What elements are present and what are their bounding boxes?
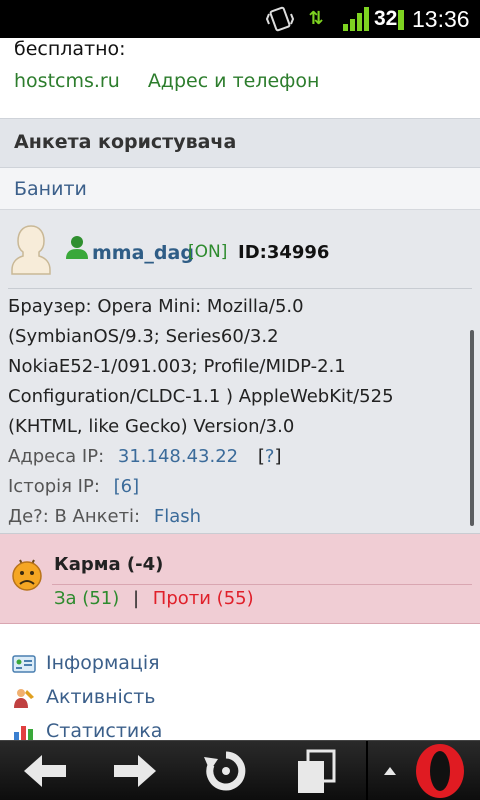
scrollbar[interactable] <box>470 330 474 526</box>
location-row: Де?: В Анкеті: Flash <box>8 502 464 532</box>
divider <box>52 584 472 585</box>
arrow-left-icon <box>24 755 66 787</box>
chevron-up-icon <box>384 767 396 775</box>
page-title: Анкета користувача <box>14 131 237 153</box>
opera-logo-icon <box>416 744 464 798</box>
ip-query-link[interactable]: ? <box>265 446 275 467</box>
online-status: [ON] <box>188 242 228 262</box>
user-box: mma_dag [ON] ID:34996 Браузер: Opera Min… <box>0 210 480 534</box>
forward-button[interactable] <box>96 741 176 800</box>
ip-link[interactable]: 31.148.43.22 <box>118 446 238 467</box>
hostcms-link[interactable]: hostcms.ru <box>14 70 120 92</box>
vote-for-link[interactable]: За (51) <box>54 588 119 609</box>
menu-label: Активність <box>46 686 156 708</box>
back-button[interactable] <box>4 741 84 800</box>
browser-line: Configuration/CLDC-1.1 ) AppleWebKit/525 <box>8 386 394 407</box>
menu-label: Статистика <box>46 720 163 740</box>
karma-votes: За (51) | Проти (55) <box>54 588 254 609</box>
info-card-icon <box>12 655 36 673</box>
karma-box: Карма (-4) За (51) | Проти (55) <box>0 534 480 624</box>
arrow-right-icon <box>114 755 156 787</box>
menu-label: Інформація <box>46 652 160 674</box>
address-phone-link[interactable]: Адрес и телефон <box>148 70 320 92</box>
ip-label: Адреса IP: <box>8 446 105 467</box>
opera-menu-button[interactable] <box>372 741 480 800</box>
top-links: hostcms.ru Адрес и телефон <box>14 70 341 92</box>
status-bar: ⇅ 32 13:36 <box>0 0 480 38</box>
history-label: Історія IP: <box>8 476 100 497</box>
divider <box>8 288 472 289</box>
user-info: Браузер: Opera Mini: Mozilla/5.0 (Symbia… <box>8 292 464 532</box>
profile-header: Анкета користувача <box>0 118 480 168</box>
location-link[interactable]: Flash <box>154 506 201 527</box>
karma-title: Карма (-4) <box>54 554 164 575</box>
page-content: бесплатно: hostcms.ru Адрес и телефон Ан… <box>0 38 480 740</box>
browser-line: NokiaE52-1/091.003; Profile/MIDP-2.1 <box>8 356 346 377</box>
username-link[interactable]: mma_dag <box>92 242 194 264</box>
browser-toolbar <box>0 740 480 800</box>
vote-separator: | <box>132 588 140 609</box>
battery-icon <box>398 10 404 30</box>
browser-line: (SymbianOS/9.3; Series60/3.2 <box>8 326 279 347</box>
ip-query-bracket: [?] <box>257 446 282 467</box>
browser-line: Браузер: Opera Mini: Mozilla/5.0 <box>8 296 304 317</box>
avatar[interactable] <box>10 224 52 276</box>
vibrate-icon <box>266 6 294 32</box>
paint-person-icon <box>14 689 34 708</box>
location-label: Де?: В Анкеті: <box>8 506 141 527</box>
ban-link[interactable]: Банити <box>14 178 87 200</box>
reload-button[interactable] <box>186 741 266 800</box>
sad-face-icon <box>12 559 42 591</box>
signal-strength-icon <box>343 7 369 31</box>
reload-icon <box>204 751 246 791</box>
browser-line: (KHTML, like Gecko) Version/3.0 <box>8 416 295 437</box>
toolbar-separator <box>366 741 368 800</box>
user-online-icon <box>66 236 88 259</box>
battery-level: 32 <box>374 7 398 30</box>
tabs-button[interactable] <box>276 741 356 800</box>
data-transfer-icon: ⇅ <box>308 8 324 29</box>
tabs-icon <box>298 749 336 793</box>
free-text: бесплатно: <box>14 38 126 60</box>
clock: 13:36 <box>412 6 470 32</box>
user-id: ID:34996 <box>238 242 330 263</box>
ban-row: Банити <box>0 168 480 210</box>
history-row: Історія IP: [6] <box>8 472 464 502</box>
history-link[interactable]: [6] <box>114 476 140 497</box>
vote-against-link[interactable]: Проти (55) <box>153 588 254 609</box>
bar-chart-icon <box>14 726 33 740</box>
ip-row: Адреса IP: 31.148.43.22 [?] <box>8 442 464 472</box>
